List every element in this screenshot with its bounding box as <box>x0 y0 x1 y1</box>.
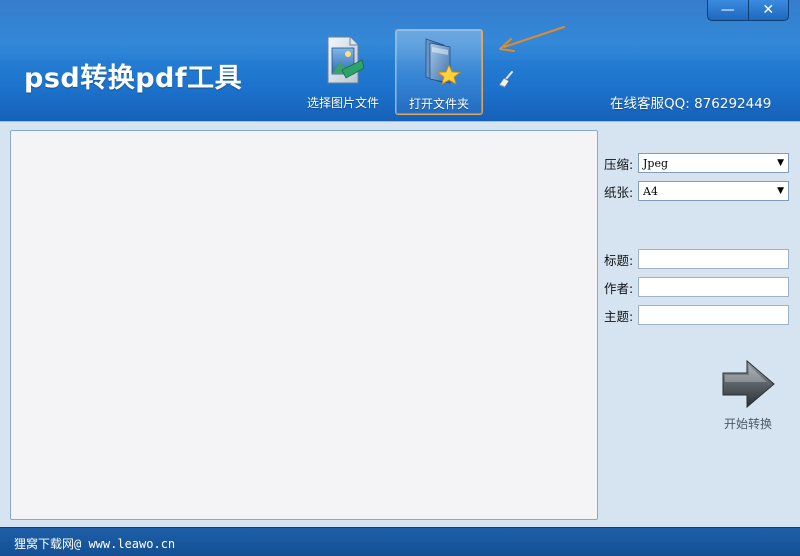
compression-row: 压缩: Jpeg ▼ <box>604 153 789 173</box>
main-area: 压缩: Jpeg ▼ 纸张: A4 ▼ 标题: 作者: 主题: 开始转换 <box>0 121 800 527</box>
close-button[interactable]: ✕ <box>747 0 789 20</box>
subject-label: 主题: <box>604 308 634 324</box>
select-images-button[interactable]: 选择图片文件 <box>300 29 386 115</box>
file-list[interactable] <box>10 130 598 520</box>
compression-value: Jpeg <box>643 156 669 170</box>
open-folder-label: 打开文件夹 <box>408 97 469 111</box>
author-label: 作者: <box>604 280 634 296</box>
paper-select[interactable]: A4 ▼ <box>638 181 789 201</box>
start-convert-label: 开始转换 <box>723 417 772 431</box>
app-window: psd转换pdf工具 — ✕ 选择图片文件 打开文件夹 在线客服QQ: 8762… <box>0 0 800 556</box>
start-convert-button[interactable]: 开始转换 <box>712 354 784 434</box>
image-file-icon <box>327 36 365 84</box>
app-title: psd转换pdf工具 <box>24 63 243 94</box>
arrow-right-icon <box>722 359 775 409</box>
select-images-label: 选择图片文件 <box>306 96 379 110</box>
contact-qq: 在线客服QQ: 876292449 <box>610 96 772 112</box>
open-folder-button[interactable]: 打开文件夹 <box>395 29 483 115</box>
compression-label: 压缩: <box>604 156 634 172</box>
minimize-button[interactable]: — <box>708 0 748 20</box>
title-input[interactable] <box>638 249 789 269</box>
broom-icon[interactable] <box>496 70 516 90</box>
folder-star-icon <box>425 38 462 85</box>
paper-label: 纸张: <box>604 184 634 200</box>
subject-row: 主题: <box>604 305 789 325</box>
dropdown-caret-icon: ▼ <box>777 158 784 168</box>
title-label: 标题: <box>604 252 634 268</box>
footer-text: 狸窝下载网@ www.leawo.cn <box>14 537 176 551</box>
annotation-arrow-icon <box>499 26 565 52</box>
author-input[interactable] <box>638 277 789 297</box>
author-row: 作者: <box>604 277 789 297</box>
title-row: 标题: <box>604 249 789 269</box>
window-controls: — ✕ <box>707 0 789 21</box>
header: psd转换pdf工具 — ✕ 选择图片文件 打开文件夹 在线客服QQ: 8762… <box>0 0 800 121</box>
paper-value: A4 <box>643 184 658 198</box>
footer: 狸窝下载网@ www.leawo.cn <box>0 527 800 556</box>
paper-row: 纸张: A4 ▼ <box>604 181 789 201</box>
dropdown-caret-icon: ▼ <box>777 186 784 196</box>
subject-input[interactable] <box>638 305 789 325</box>
compression-select[interactable]: Jpeg ▼ <box>638 153 789 173</box>
